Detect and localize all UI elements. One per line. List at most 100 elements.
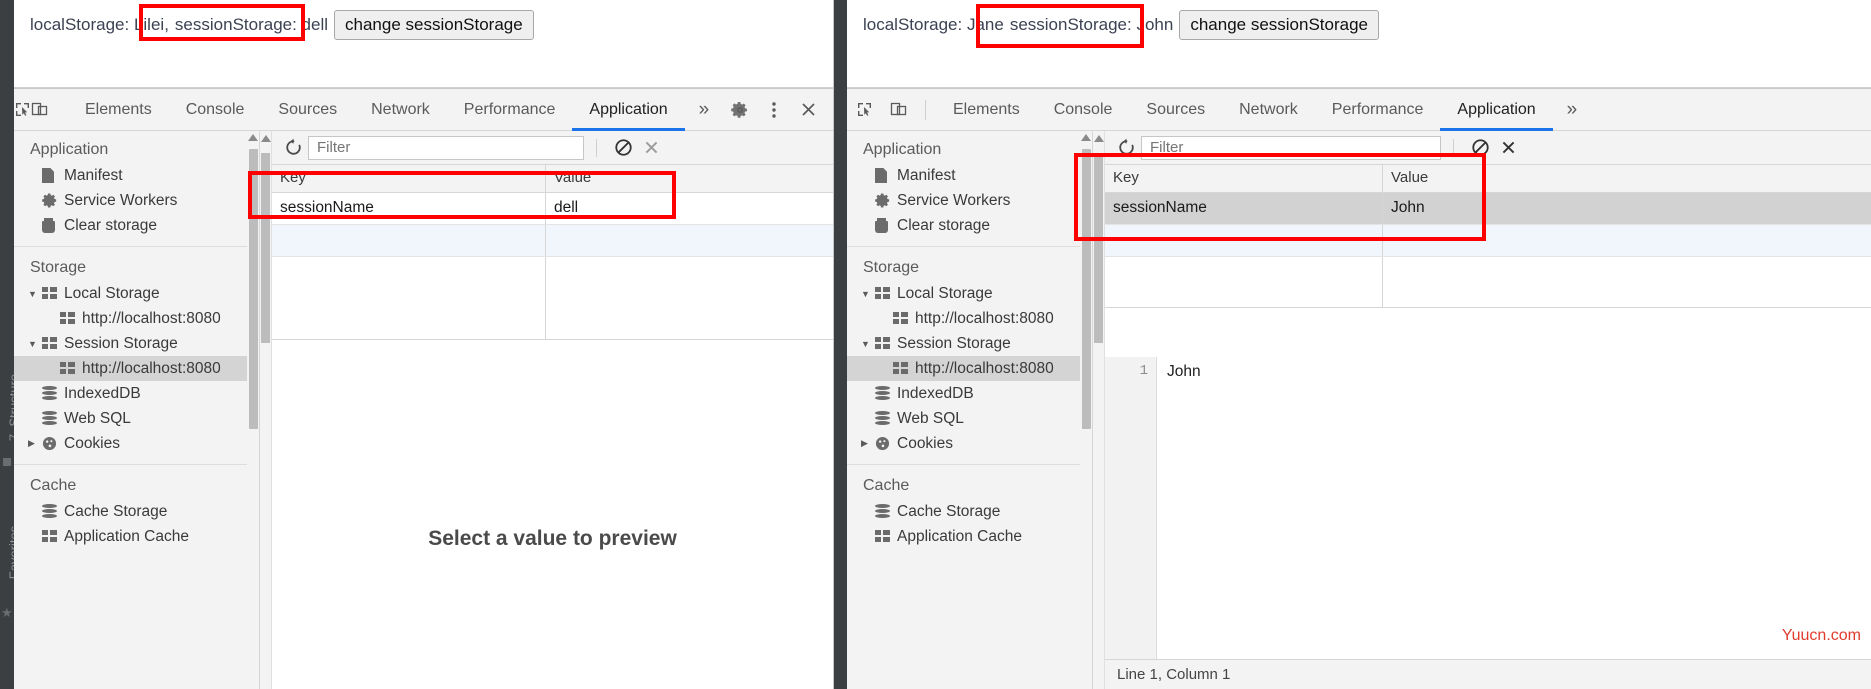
tab-performance[interactable]: Performance [1315, 89, 1441, 131]
cookie-icon [875, 436, 897, 451]
trash-icon [42, 218, 64, 233]
sidebar-item-web-sql[interactable]: Web SQL [14, 406, 259, 431]
device-toolbar-icon[interactable] [31, 89, 48, 131]
scrollbar-thumb[interactable] [249, 149, 258, 429]
column-header-value[interactable]: Value [546, 165, 833, 192]
refresh-icon[interactable] [1111, 133, 1141, 163]
tab-console[interactable]: Console [169, 89, 262, 131]
tab-application[interactable]: Application [1440, 89, 1553, 131]
left-pane-scrollbar[interactable] [260, 131, 272, 689]
chevron-down-icon[interactable]: ▼ [28, 289, 42, 299]
sidebar-item-indexeddb[interactable]: IndexedDB [14, 381, 259, 406]
tab-elements[interactable]: Elements [68, 89, 169, 131]
scrollbar-thumb[interactable] [261, 153, 270, 343]
scroll-up-arrow-icon[interactable] [1094, 135, 1104, 142]
sidebar-item-manifest[interactable]: Manifest [847, 163, 1092, 188]
gear-icon [42, 193, 64, 208]
sidebar-item-cache-storage[interactable]: Cache Storage [847, 499, 1092, 524]
table-header-row: Key Value [1105, 165, 1871, 193]
tab-application[interactable]: Application [572, 89, 685, 131]
sidebar-item-cache-storage[interactable]: Cache Storage [14, 499, 259, 524]
table-row-empty[interactable] [1105, 225, 1871, 257]
sidebar-item-local-storage[interactable]: ▼ Local Storage [14, 281, 259, 306]
tab-sources[interactable]: Sources [1129, 89, 1222, 131]
table-row[interactable]: sessionName dell [272, 193, 833, 225]
sidebar-item-service-workers[interactable]: Service Workers [847, 188, 1092, 213]
right-devtools: Elements Console Sources Network Perform… [847, 88, 1871, 689]
sidebar-item-cookies[interactable]: ▶ Cookies [847, 431, 1092, 456]
chevron-down-icon[interactable]: ▼ [861, 289, 875, 299]
filter-input[interactable] [1141, 135, 1441, 160]
sidebar-item-application-cache[interactable]: Application Cache [847, 524, 1092, 549]
sidebar-item-web-sql[interactable]: Web SQL [847, 406, 1092, 431]
filter-input[interactable] [308, 135, 584, 160]
scroll-up-arrow-icon[interactable] [1081, 134, 1091, 141]
chevron-down-icon[interactable]: ▼ [28, 339, 42, 349]
more-tabs-icon[interactable]: » [685, 89, 724, 131]
delete-selected-icon[interactable] [637, 134, 665, 162]
sidebar-item-session-storage[interactable]: ▼ Session Storage [14, 331, 259, 356]
sidebar-item-label: Service Workers [897, 191, 1011, 209]
inspect-element-icon[interactable] [14, 89, 31, 131]
sidebar-item-clear-storage[interactable]: Clear storage [14, 213, 259, 238]
sidebar-item-manifest[interactable]: Manifest [14, 163, 259, 188]
sidebar-item-local-storage-origin[interactable]: http://localhost:8080 [847, 306, 1092, 331]
more-options-icon[interactable] [757, 89, 791, 131]
tab-sources[interactable]: Sources [261, 89, 354, 131]
tab-performance[interactable]: Performance [447, 89, 573, 131]
left-change-sessionstorage-button[interactable]: change sessionStorage [334, 10, 534, 41]
tab-network[interactable]: Network [1222, 89, 1315, 131]
more-tabs-icon[interactable]: » [1553, 89, 1592, 131]
sidebar-item-service-workers[interactable]: Service Workers [14, 188, 259, 213]
sidebar-item-application-cache[interactable]: Application Cache [14, 524, 259, 549]
sidebar-item-local-storage[interactable]: ▼ Local Storage [847, 281, 1092, 306]
gear-icon[interactable] [723, 89, 757, 131]
cell-key[interactable]: sessionName [1105, 193, 1383, 224]
sidebar-scrollbar[interactable] [247, 131, 259, 689]
right-change-sessionstorage-button[interactable]: change sessionStorage [1179, 10, 1380, 41]
scrollbar-thumb[interactable] [1082, 149, 1091, 429]
close-devtools-icon[interactable] [791, 89, 825, 131]
scroll-up-arrow-icon[interactable] [261, 135, 271, 142]
sidebar-divider [847, 464, 1092, 465]
refresh-icon[interactable] [278, 133, 308, 163]
table-row[interactable]: sessionName John [1105, 193, 1871, 225]
scrollbar-thumb[interactable] [1094, 153, 1103, 343]
cell-key[interactable]: sessionName [272, 193, 546, 224]
table-icon [60, 312, 82, 325]
column-header-key[interactable]: Key [272, 165, 546, 192]
sidebar-item-indexeddb[interactable]: IndexedDB [847, 381, 1092, 406]
tab-console[interactable]: Console [1037, 89, 1130, 131]
sidebar-item-session-storage-origin[interactable]: http://localhost:8080 [847, 356, 1092, 381]
cell-value[interactable]: dell [546, 193, 833, 224]
sidebar-item-cookies[interactable]: ▶ Cookies [14, 431, 259, 456]
chevron-down-icon[interactable]: ▼ [861, 339, 875, 349]
clear-all-icon[interactable] [609, 134, 637, 162]
table-icon [42, 287, 64, 300]
table-row-empty[interactable] [272, 225, 833, 257]
column-header-value[interactable]: Value [1383, 165, 1871, 192]
right-pane-scrollbar[interactable] [1093, 131, 1105, 689]
sidebar-item-local-storage-origin[interactable]: http://localhost:8080 [14, 306, 259, 331]
sidebar-item-session-storage-origin[interactable]: http://localhost:8080 [14, 356, 259, 381]
sidebar-divider [847, 246, 1092, 247]
chevron-right-icon[interactable]: ▶ [28, 438, 42, 449]
chevron-right-icon[interactable]: ▶ [861, 438, 875, 449]
tab-network[interactable]: Network [354, 89, 447, 131]
left-filter-toolbar [272, 131, 833, 165]
column-header-key[interactable]: Key [1105, 165, 1383, 192]
preview-value-text[interactable]: John [1157, 357, 1871, 689]
delete-selected-icon[interactable] [1494, 134, 1522, 162]
sidebar-item-label: http://localhost:8080 [915, 359, 1054, 377]
scroll-up-arrow-icon[interactable] [248, 134, 258, 141]
sidebar-item-clear-storage[interactable]: Clear storage [847, 213, 1092, 238]
sidebar-item-session-storage[interactable]: ▼ Session Storage [847, 331, 1092, 356]
tab-elements[interactable]: Elements [936, 89, 1037, 131]
sidebar-item-label: http://localhost:8080 [82, 309, 221, 327]
clear-all-icon[interactable] [1466, 134, 1494, 162]
cell-value[interactable]: John [1383, 193, 1871, 224]
sidebar-scrollbar[interactable] [1080, 131, 1092, 689]
device-toolbar-icon[interactable] [881, 89, 915, 131]
inspect-element-icon[interactable] [847, 89, 881, 131]
sidebar-item-label: Local Storage [897, 284, 993, 302]
